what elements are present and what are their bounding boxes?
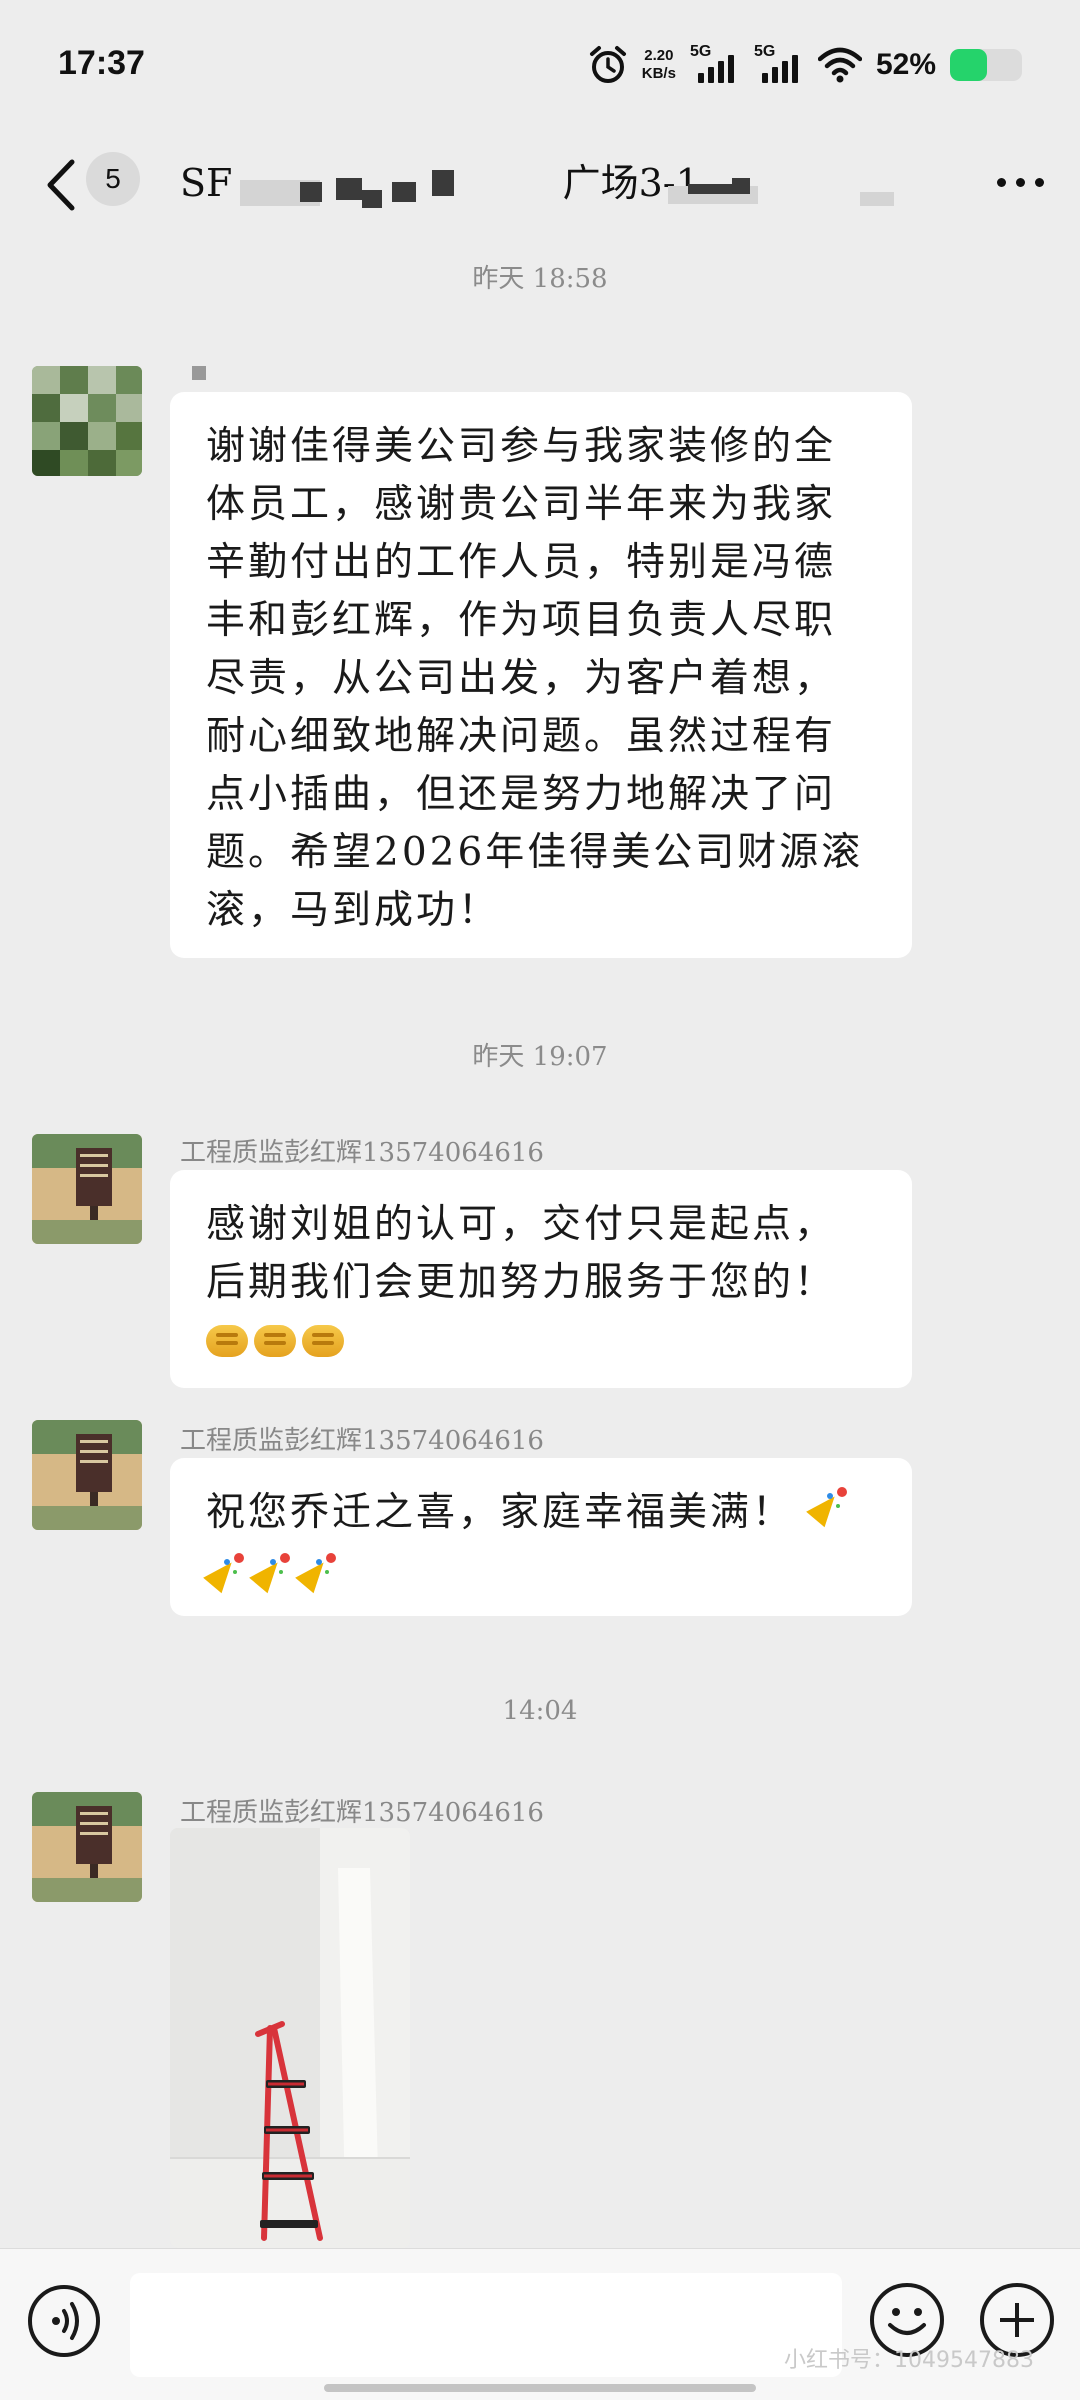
more-options-button[interactable] <box>997 178 1044 187</box>
chat-header: 5 SF 广场3-1 <box>0 130 1080 242</box>
redaction-block <box>300 182 322 202</box>
home-indicator[interactable] <box>324 2384 756 2392</box>
network-speed-value: 2.20 <box>644 47 674 64</box>
message-input[interactable] <box>130 2273 842 2377</box>
sender-name-redacted <box>192 366 206 380</box>
voice-input-button[interactable] <box>28 2285 100 2357</box>
avatar-image <box>32 1420 142 1530</box>
party-popper-icon <box>252 1551 292 1591</box>
message-time-label: 昨天 19:07 <box>472 1042 608 1072</box>
image-message[interactable] <box>170 1828 410 2248</box>
redaction-block <box>392 182 416 202</box>
party-popper-icon <box>206 1551 246 1591</box>
message-text: 感谢刘姐的认可，交付只是起点，后期我们会更加努力服务于您的！ <box>206 1202 837 1305</box>
watermark: 小红书号：1049547883 <box>784 2348 1034 2373</box>
battery-icon <box>950 49 1022 81</box>
unread-count-badge[interactable]: 5 <box>86 152 140 206</box>
chat-input-bar <box>0 2248 1080 2400</box>
status-indicators: 2.20 KB/s 5G 5G 52% <box>588 40 1022 90</box>
chat-title-prefix: SF <box>180 161 233 205</box>
emoji-row <box>206 1312 876 1370</box>
wifi-icon <box>817 47 862 83</box>
network-speed-unit: KB/s <box>641 65 676 82</box>
handshake-icon <box>254 1325 296 1357</box>
pixelated-avatar-image <box>32 366 142 476</box>
signal-5g-2: 5G <box>754 43 804 87</box>
message-text: 祝您乔迁之喜，家庭幸福美满！ <box>206 1490 795 1535</box>
avatar-supervisor[interactable] <box>32 1792 142 1902</box>
handshake-icon <box>302 1325 344 1357</box>
redaction-block <box>432 170 454 196</box>
sender-name: 工程质监彭红辉13574064616 <box>180 1138 544 1168</box>
redaction-block <box>860 192 894 206</box>
dot-icon <box>997 178 1006 187</box>
chat-screen: 17:37 2.20 KB/s 5G 5G 52% 5 SF 广场3-1 昨天 … <box>0 0 1080 2400</box>
avatar-customer[interactable] <box>32 366 142 476</box>
status-bar: 17:37 2.20 KB/s 5G 5G 52% <box>0 0 1080 130</box>
message-time-label: 昨天 18:58 <box>472 264 608 294</box>
status-time: 17:37 <box>58 44 145 82</box>
message-bubble[interactable]: 祝您乔迁之喜，家庭幸福美满！ <box>170 1458 912 1616</box>
avatar-image <box>32 1134 142 1244</box>
signal-bars-icon <box>697 55 734 83</box>
alarm-clock-icon <box>589 46 626 83</box>
avatar-supervisor[interactable] <box>32 1134 142 1244</box>
message-time-label: 14:04 <box>502 1696 578 1726</box>
redaction-block <box>732 178 750 194</box>
voice-wave-icon <box>52 2302 79 2340</box>
network-speed: 2.20 KB/s <box>642 47 676 83</box>
message-bubble[interactable]: 感谢刘姐的认可，交付只是起点，后期我们会更加努力服务于您的！ <box>170 1170 912 1388</box>
handshake-icon <box>206 1325 248 1357</box>
emoji-row <box>206 1542 876 1600</box>
dot-icon <box>1016 178 1025 187</box>
ladder-photo <box>170 1828 410 2248</box>
avatar-image <box>32 1792 142 1902</box>
redaction-block <box>362 190 382 208</box>
sender-name: 工程质监彭红辉13574064616 <box>180 1798 544 1828</box>
avatar-supervisor[interactable] <box>32 1420 142 1530</box>
party-popper-icon <box>809 1485 849 1525</box>
battery-fill <box>950 49 988 81</box>
dot-icon <box>1035 178 1044 187</box>
sender-name: 工程质监彭红辉13574064616 <box>180 1426 544 1456</box>
battery-percent: 52% <box>875 48 936 81</box>
redaction-block <box>336 178 362 200</box>
message-bubble[interactable]: 谢谢佳得美公司参与我家装修的全体员工，感谢贵公司半年来为我家辛勤付出的工作人员，… <box>170 392 912 958</box>
signal-5g-1: 5G <box>690 43 740 87</box>
back-button[interactable] <box>36 154 86 216</box>
party-popper-icon <box>298 1551 338 1591</box>
signal-bars-icon <box>761 55 798 83</box>
